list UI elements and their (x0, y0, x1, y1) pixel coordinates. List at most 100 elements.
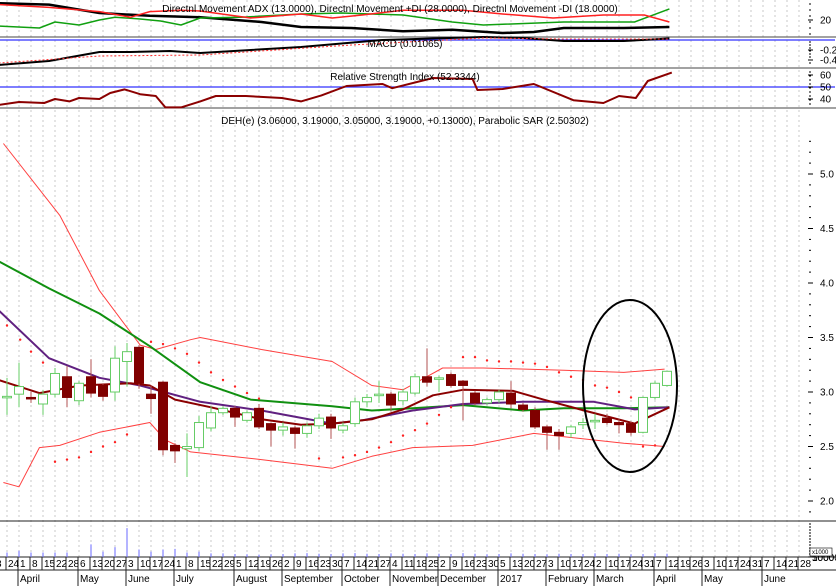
parabolic-sar-dot (101, 445, 105, 448)
rsi-title: Relative Strength Index (52.3344) (330, 72, 480, 83)
parabolic-sar-dot (545, 365, 549, 369)
volume-unit-label: x1000 (812, 550, 829, 556)
parabolic-sar-dot (221, 378, 225, 382)
parabolic-sar-dot (497, 360, 501, 363)
date-tick-label: 11 (404, 559, 415, 570)
candle-down (446, 374, 456, 386)
parabolic-sar-dot (257, 397, 261, 400)
parabolic-sar-dot (629, 396, 633, 399)
parabolic-sar-dot (233, 385, 237, 388)
date-tick-label: 2 (440, 559, 446, 570)
candle-up (122, 351, 132, 362)
month-label: September (284, 574, 334, 585)
parabolic-sar-dot (149, 340, 153, 344)
candle-up (302, 425, 312, 434)
month-label: December (440, 574, 487, 585)
parabolic-sar-dot (557, 371, 561, 374)
parabolic-sar-dot (449, 406, 453, 409)
parabolic-sar-dot (185, 352, 189, 356)
parabolic-sar-dot (77, 456, 81, 459)
rsi-axis-tick-label: 50 (820, 83, 832, 94)
adx-title: Directnl Movement ADX (13.0000), Directn… (162, 4, 617, 15)
month-label: April (20, 574, 40, 585)
price-axis-tick-label: 4.5 (820, 224, 834, 235)
date-tick-label: 7 (344, 559, 350, 570)
parabolic-sar-dot (653, 444, 657, 447)
parabolic-sar-dot (377, 446, 381, 449)
macd-line-macd (0, 36, 670, 66)
parabolic-sar-dot (197, 361, 201, 364)
candle-up (434, 377, 444, 380)
candle-up (194, 422, 204, 449)
parabolic-sar-dot (113, 440, 117, 444)
candle-up (74, 382, 84, 402)
parabolic-sar-dot (19, 338, 22, 341)
parabolic-sar-dot (5, 324, 9, 327)
candle-down (614, 422, 624, 426)
month-label: 2017 (500, 574, 523, 585)
candle-down (506, 392, 516, 405)
candle-down (98, 384, 108, 397)
candle-up (278, 426, 288, 431)
parabolic-sar-dot (437, 413, 441, 417)
date-tick-label: 3 (548, 559, 554, 570)
candle-down (554, 431, 564, 437)
candle-down (602, 417, 612, 424)
month-label: May (80, 574, 99, 585)
candle-down (62, 376, 72, 398)
candle-up (650, 382, 660, 398)
month-label: February (548, 574, 588, 585)
candle-down (470, 392, 480, 404)
candle-down (170, 444, 180, 452)
candle-up (374, 393, 384, 397)
candle-down (158, 381, 168, 451)
macd-title: MACD (0.01065) (367, 39, 442, 50)
price-title: DEH(e) (3.06000, 3.19000, 3.05000, 3.190… (221, 116, 589, 127)
parabolic-sar-dot (533, 362, 537, 365)
stock-chart: Directnl Movement ADX (13.0000), Directn… (0, 0, 836, 586)
parabolic-sar-dot (605, 386, 609, 389)
price-axis-tick-label: 2.5 (820, 442, 834, 453)
parabolic-sar-dot (65, 458, 69, 461)
date-tick-label: 7 (764, 559, 770, 570)
candle-up (362, 396, 372, 403)
date-tick-label: 5 (236, 559, 242, 570)
date-tick-label: 3 (128, 559, 134, 570)
date-tick-label: 2 (284, 559, 290, 570)
candle-down (530, 410, 540, 428)
adx-axis-tick-label: 20 (820, 16, 832, 27)
candle-down (254, 407, 264, 428)
date-tick-label: 6 (80, 559, 86, 570)
parabolic-sar-dot (365, 450, 369, 454)
candle-down (518, 404, 528, 410)
parabolic-sar-dot (125, 433, 129, 436)
parabolic-sar-dot (53, 460, 57, 463)
parabolic-sar-dot (593, 384, 597, 387)
candle-up (410, 376, 420, 394)
candle-up (110, 357, 120, 393)
parabolic-sar-dot (317, 457, 321, 460)
parabolic-sar-dot (425, 422, 429, 425)
candle-down (26, 396, 36, 400)
candle-down (230, 407, 240, 418)
price-axis-tick-label: 5.0 (820, 170, 834, 181)
price-axis-tick-label: 4.0 (820, 279, 834, 290)
candle-down (134, 346, 144, 384)
month-label: August (236, 574, 267, 585)
parabolic-sar-dot (485, 359, 489, 362)
parabolic-sar-dot (389, 440, 393, 444)
date-tick-label: 9 (296, 559, 302, 570)
candle-down (146, 393, 156, 400)
month-label: July (176, 574, 194, 585)
date-tick-label: 3 (704, 559, 710, 570)
candle-down (266, 423, 276, 431)
candle-down (422, 376, 432, 383)
highlight-ellipse (582, 299, 678, 473)
date-tick-label: 28 (800, 559, 812, 570)
date-tick-label: 7 (656, 559, 662, 570)
date-tick-label: 8 (32, 559, 38, 570)
candle-down (458, 380, 468, 386)
date-tick-label: 1 (20, 559, 26, 570)
date-tick-label: 8 (188, 559, 194, 570)
price-axis-tick-label: 2.0 (820, 497, 834, 508)
